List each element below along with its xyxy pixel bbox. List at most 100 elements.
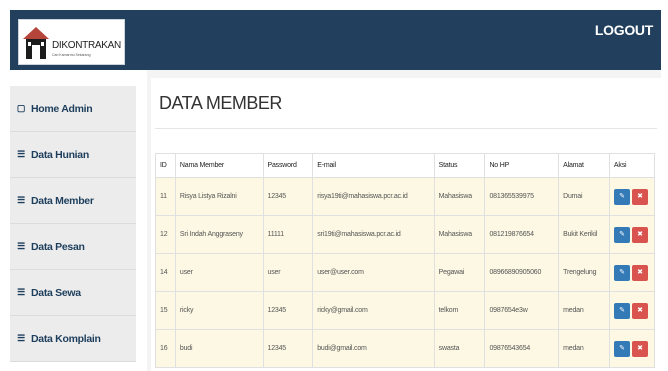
cell-address: Dumai: [558, 177, 610, 216]
monitor-icon: ▢: [16, 103, 26, 113]
cell-status: Mahasiswa: [433, 177, 486, 216]
logout-button[interactable]: LOGOUT: [595, 22, 653, 38]
cell-name: ricky: [174, 291, 264, 330]
cell-status: swasta: [433, 329, 486, 368]
sidebar-item-data-pesan[interactable]: ☰ Data Pesan: [10, 224, 136, 270]
trash-icon: ✖: [637, 344, 643, 352]
trash-icon: ✖: [637, 192, 643, 200]
edit-button[interactable]: ✎: [613, 226, 630, 243]
cell-actions: ✎ ✖: [608, 177, 656, 216]
brand-logo[interactable]: DIKONTRAKAN Cari Kamarmu Sekarang: [18, 19, 125, 65]
edit-icon: ✎: [619, 268, 625, 276]
cell-actions: ✎ ✖: [608, 329, 656, 368]
cell-email: ricky@gmail.com: [312, 291, 435, 330]
column-header: ID: [155, 153, 176, 178]
column-header: No HP: [484, 153, 560, 178]
edit-icon: ✎: [619, 230, 625, 238]
cell-actions: ✎ ✖: [608, 215, 656, 254]
cell-actions: ✎ ✖: [608, 291, 656, 330]
cell-phone: 081219876654: [484, 215, 560, 254]
sidebar-item-data-hunian[interactable]: ☰ Data Hunian: [10, 132, 136, 178]
cell-status: Pegawai: [433, 253, 486, 292]
main-content: DATA MEMBER ID Nama Member Password E-ma…: [147, 70, 661, 371]
list-icon: ☰: [17, 287, 25, 297]
sidebar-item-home-admin[interactable]: ▢ Home Admin: [10, 86, 136, 132]
title-divider: [155, 128, 657, 129]
sidebar-item-data-member[interactable]: ☰ Data Member: [10, 178, 136, 224]
cell-address: medan: [558, 291, 610, 330]
brand-tagline: Cari Kamarmu Sekarang: [52, 53, 91, 57]
cell-id: 11: [155, 177, 176, 216]
cell-address: Trengelung: [558, 253, 610, 292]
trash-icon: ✖: [637, 268, 643, 276]
member-table: ID Nama Member Password E-mail Status No…: [155, 153, 656, 368]
cell-password: 12345: [262, 329, 314, 368]
delete-button[interactable]: ✖: [631, 188, 648, 205]
cell-password: 11111: [262, 215, 314, 254]
cell-name: Risya Listya Rizalni: [174, 177, 264, 216]
cell-email: risya19ti@mahasiswa.pcr.ac.id: [312, 177, 435, 216]
edit-icon: ✎: [619, 192, 625, 200]
cell-name: Sri Indah Anggraseny: [174, 215, 264, 254]
cell-password: 12345: [262, 177, 314, 216]
list-icon: ☰: [17, 333, 25, 343]
delete-button[interactable]: ✖: [631, 302, 648, 319]
table-row: 15 ricky 12345 ricky@gmail.com telkom 09…: [155, 291, 656, 330]
cell-status: telkom: [433, 291, 486, 330]
cell-id: 14: [155, 253, 176, 292]
cell-status: Mahasiswa: [433, 215, 486, 254]
trash-icon: ✖: [637, 306, 643, 314]
cell-phone: 08966890905060: [484, 253, 560, 292]
edit-button[interactable]: ✎: [613, 264, 630, 281]
table-row: 11 Risya Listya Rizalni 12345 risya19ti@…: [155, 177, 656, 216]
column-header: Alamat: [558, 153, 610, 178]
cell-address: medan: [558, 329, 610, 368]
column-header: Password: [262, 153, 314, 178]
table-row: 14 user user user@user.com Pegawai 08966…: [155, 253, 656, 292]
cell-password: user: [262, 253, 314, 292]
sidebar: ▢ Home Admin ☰ Data Hunian ☰ Data Member…: [0, 70, 147, 371]
cell-address: Bukit Kerikil: [558, 215, 610, 254]
sidebar-item-label: Data Komplain: [31, 332, 101, 345]
table-header-row: ID Nama Member Password E-mail Status No…: [155, 153, 656, 178]
sidebar-item-label: Data Hunian: [31, 148, 89, 161]
cell-id: 15: [155, 291, 176, 330]
list-icon: ☰: [17, 149, 25, 159]
column-header: Aksi: [608, 153, 656, 178]
cell-email: sri19ti@mahasiswa.pcr.ac.id: [312, 215, 435, 254]
cell-phone: 09876543654: [484, 329, 560, 368]
page-title: DATA MEMBER: [159, 93, 282, 113]
content-panel: DATA MEMBER ID Nama Member Password E-ma…: [151, 78, 661, 371]
sidebar-item-label: Home Admin: [31, 102, 93, 115]
cell-password: 12345: [262, 291, 314, 330]
list-icon: ☰: [17, 241, 25, 251]
cell-name: budi: [174, 329, 264, 368]
table-row: 16 budi 12345 budi@gmail.com swasta 0987…: [155, 329, 656, 368]
sidebar-item-label: Data Sewa: [31, 286, 81, 299]
edit-icon: ✎: [619, 306, 625, 314]
sidebar-item-data-komplain[interactable]: ☰ Data Komplain: [10, 316, 136, 362]
edit-button[interactable]: ✎: [613, 340, 630, 357]
sidebar-item-label: Data Pesan: [31, 240, 85, 253]
cell-phone: 0987654e3w: [484, 291, 560, 330]
cell-id: 16: [155, 329, 176, 368]
edit-button[interactable]: ✎: [613, 188, 630, 205]
cell-id: 12: [155, 215, 176, 254]
cell-email: user@user.com: [312, 253, 435, 292]
edit-icon: ✎: [619, 344, 625, 352]
delete-button[interactable]: ✖: [631, 340, 648, 357]
brand-name: DIKONTRAKAN: [52, 40, 121, 51]
house-logo-icon: [23, 27, 49, 59]
cell-phone: 081365539975: [484, 177, 560, 216]
cell-name: user: [174, 253, 264, 292]
delete-button[interactable]: ✖: [631, 226, 648, 243]
edit-button[interactable]: ✎: [613, 302, 630, 319]
table-row: 12 Sri Indah Anggraseny 11111 sri19ti@ma…: [155, 215, 656, 254]
sidebar-item-data-sewa[interactable]: ☰ Data Sewa: [10, 270, 136, 316]
column-header: E-mail: [312, 153, 435, 178]
delete-button[interactable]: ✖: [631, 264, 648, 281]
list-icon: ☰: [17, 195, 25, 205]
sidebar-item-label: Data Member: [31, 194, 94, 207]
cell-actions: ✎ ✖: [608, 253, 656, 292]
column-header: Nama Member: [174, 153, 264, 178]
